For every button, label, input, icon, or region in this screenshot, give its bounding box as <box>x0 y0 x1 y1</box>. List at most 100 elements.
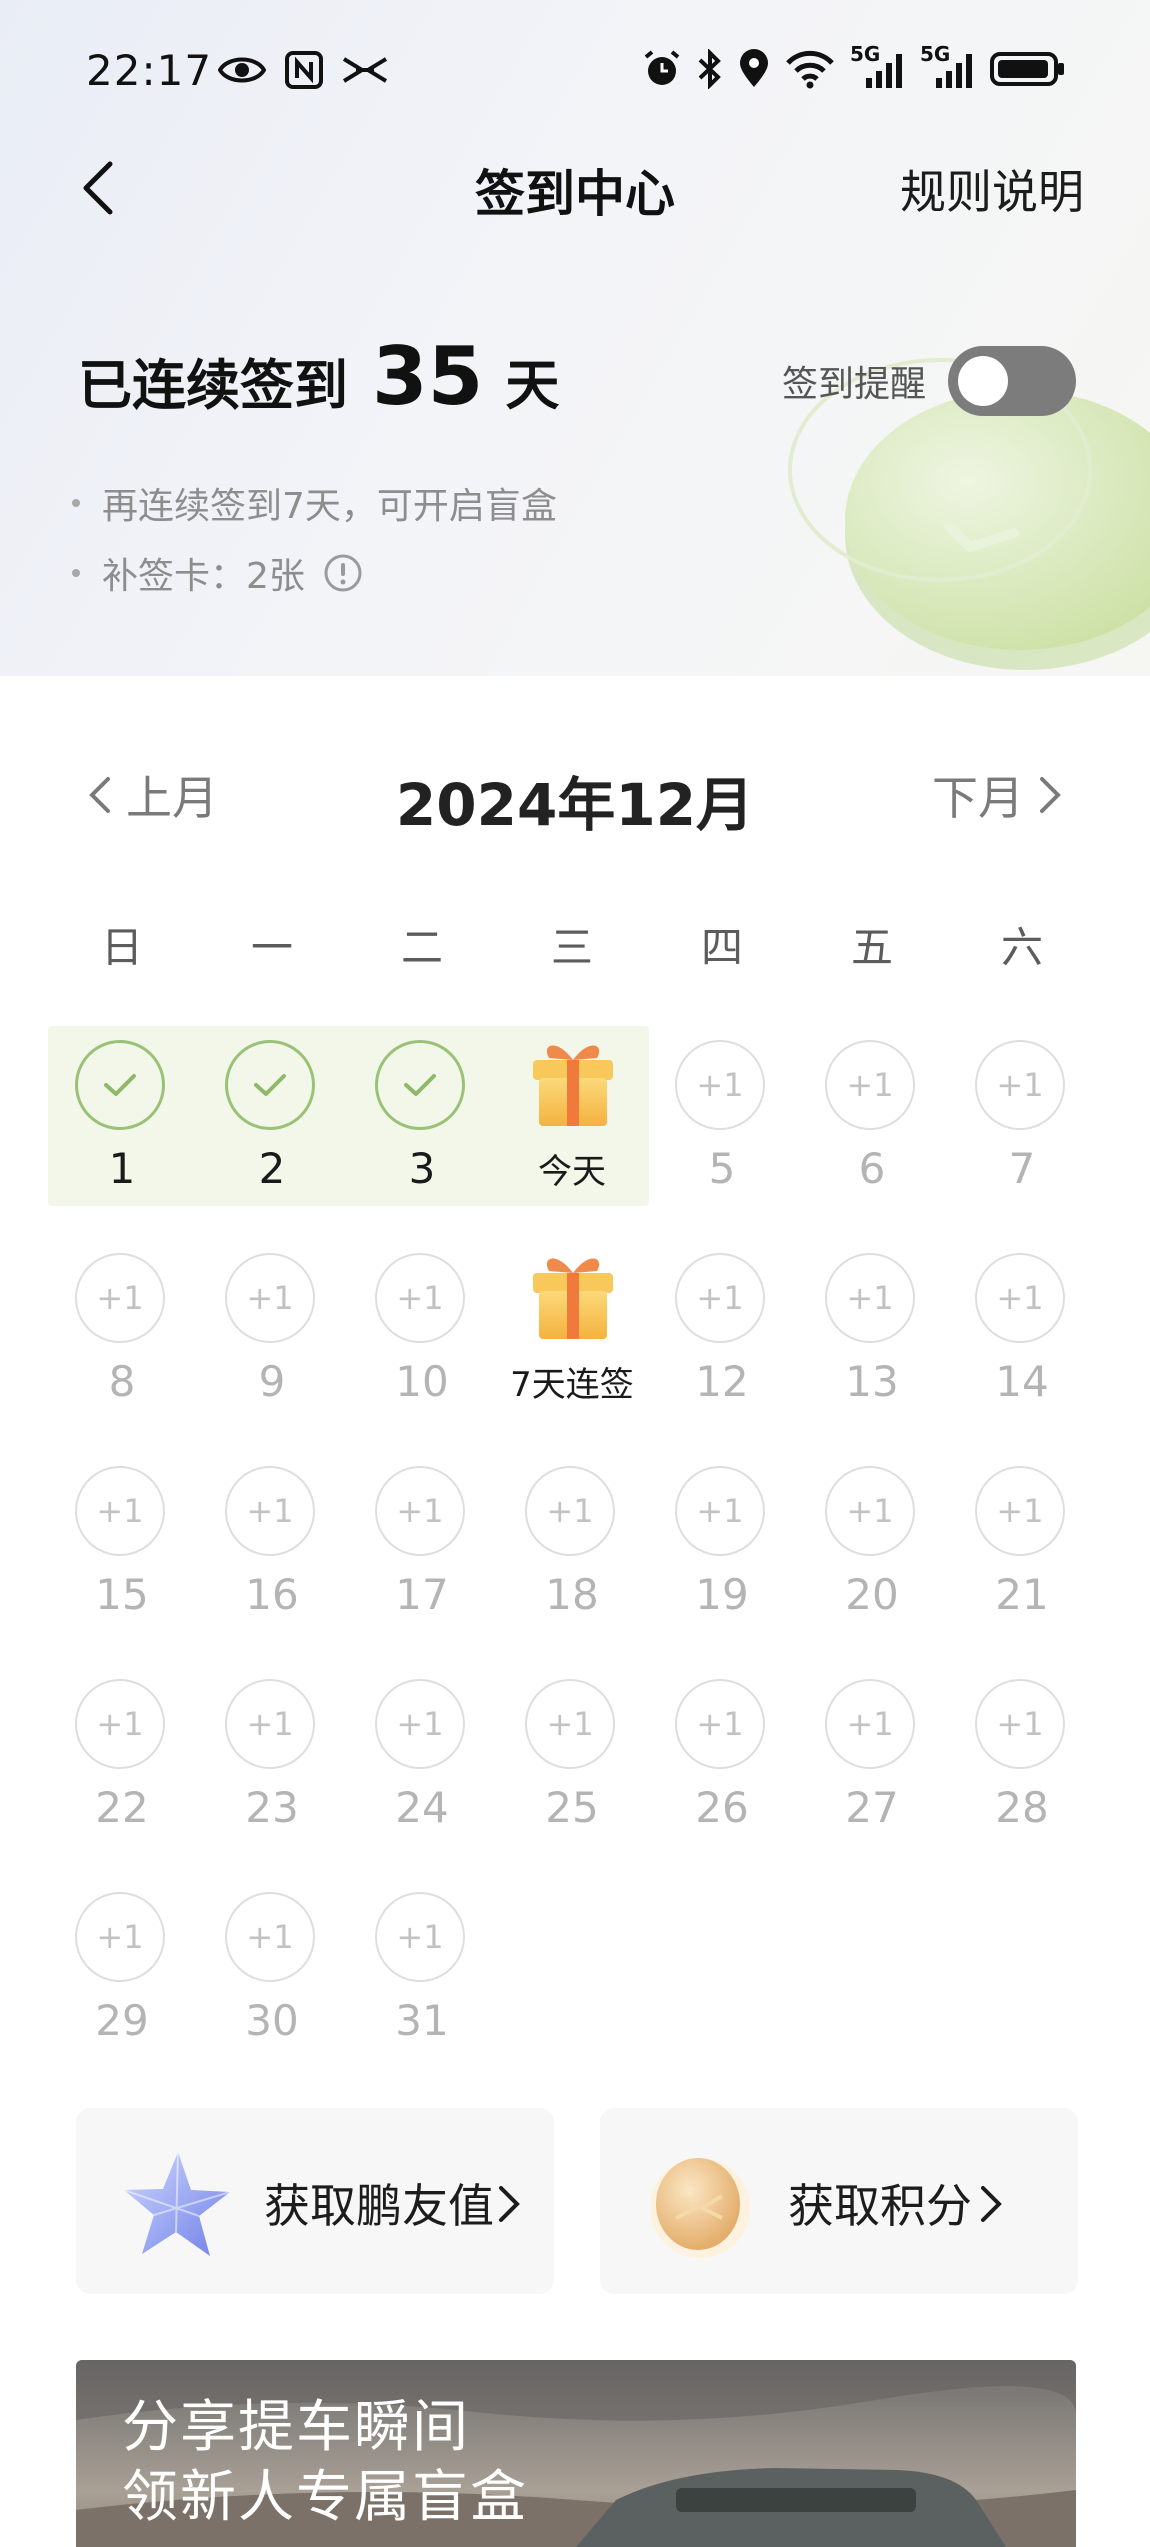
calendar-day[interactable]: +1 7 <box>947 1028 1097 1228</box>
calendar-day[interactable]: +1 16 <box>197 1454 347 1654</box>
location-icon <box>740 49 768 87</box>
chevron-right-icon <box>499 2186 520 2222</box>
reward-badge: +1 <box>825 1679 915 1769</box>
day-number: 25 <box>545 1783 599 1832</box>
status-time: 22:17 <box>86 46 213 95</box>
calendar-day[interactable]: +1 25 <box>497 1667 647 1867</box>
day-number: 13 <box>845 1357 899 1406</box>
calendar-day[interactable]: +1 22 <box>47 1667 197 1867</box>
day-number: 19 <box>695 1570 749 1619</box>
day-number: 3 <box>408 1144 436 1193</box>
day-number: 15 <box>95 1570 149 1619</box>
calendar-day[interactable]: +1 14 <box>947 1241 1097 1441</box>
day-number: 18 <box>545 1570 599 1619</box>
reward-badge: +1 <box>525 1679 615 1769</box>
streak-unit: 天 <box>505 354 560 417</box>
reward-badge: +1 <box>225 1679 315 1769</box>
calendar-day[interactable]: +1 24 <box>347 1667 497 1867</box>
calendar-day[interactable]: 3 <box>347 1028 497 1228</box>
chevron-right-icon <box>981 2186 1002 2222</box>
day-number: 1 <box>108 1144 136 1193</box>
xpeng-logo-icon <box>342 57 388 83</box>
gift-day-label: 今天 <box>538 1152 606 1192</box>
day-number: 2 <box>258 1144 286 1193</box>
check-icon <box>375 1040 465 1130</box>
weekday-label: 六 <box>1000 923 1043 972</box>
nfc-icon <box>285 51 323 89</box>
tip-item: 再连续签到7天，可开启盲盒 <box>72 468 557 538</box>
reward-badge: +1 <box>525 1466 615 1556</box>
calendar-day[interactable]: +1 28 <box>947 1667 1097 1867</box>
get-friend-points-card[interactable]: 获取鹏友值 <box>76 2108 554 2294</box>
day-number: 29 <box>95 1996 149 2045</box>
get-points-card[interactable]: 获取积分 <box>600 2108 1078 2294</box>
calendar-day[interactable]: +1 5 <box>647 1028 797 1228</box>
reward-badge: +1 <box>75 1253 165 1343</box>
calendar-day[interactable]: +1 18 <box>497 1454 647 1654</box>
bluetooth-icon <box>698 49 721 89</box>
calendar-day[interactable]: +1 27 <box>797 1667 947 1867</box>
day-number: 24 <box>395 1783 449 1832</box>
rules-link[interactable]: 规则说明 <box>900 156 1084 222</box>
calendar-day[interactable]: +1 12 <box>647 1241 797 1441</box>
calendar-day[interactable]: +1 26 <box>647 1667 797 1867</box>
calendar-day[interactable]: +1 8 <box>47 1241 197 1441</box>
calendar-day[interactable]: +1 20 <box>797 1454 947 1654</box>
gold-coin-icon <box>640 2146 760 2270</box>
calendar-day[interactable]: 1 <box>47 1028 197 1228</box>
streak-days-count: 35 <box>372 330 484 423</box>
reminder-toggle[interactable] <box>948 346 1076 416</box>
calendar-day[interactable]: +1 13 <box>797 1241 947 1441</box>
reward-badge: +1 <box>375 1892 465 1982</box>
checkin-reminder: 签到提醒 <box>782 346 1076 416</box>
signal-strength-icon: 5G <box>850 42 906 90</box>
reward-badge: +1 <box>825 1466 915 1556</box>
calendar-day[interactable]: +1 30 <box>197 1880 347 2080</box>
calendar-day[interactable]: +1 19 <box>647 1454 797 1654</box>
reward-badge: +1 <box>975 1253 1065 1343</box>
calendar-day[interactable]: +1 23 <box>197 1667 347 1867</box>
calendar-day[interactable]: +1 31 <box>347 1880 497 2080</box>
streak-summary: 已连续签到 35 天 <box>78 330 559 423</box>
day-number: 20 <box>845 1570 899 1619</box>
weekday-label: 四 <box>700 923 743 972</box>
tip-text: 再连续签到7天，可开启盲盒 <box>102 486 557 527</box>
info-icon[interactable] <box>323 553 363 593</box>
day-number: 9 <box>258 1357 286 1406</box>
promo-banner[interactable]: 分享提车瞬间 领新人专属盲盒 <box>76 2360 1076 2547</box>
calendar-day[interactable]: 2 <box>197 1028 347 1228</box>
weekday-label: 二 <box>400 923 443 972</box>
reward-badge: +1 <box>825 1040 915 1130</box>
reward-badge: +1 <box>675 1040 765 1130</box>
calendar-day[interactable]: +1 15 <box>47 1454 197 1654</box>
day-number: 14 <box>995 1357 1049 1406</box>
chevron-right-icon <box>1040 777 1061 813</box>
weekday-label: 日 <box>100 923 143 972</box>
reward-badge: +1 <box>75 1679 165 1769</box>
calendar-day[interactable]: +1 10 <box>347 1241 497 1441</box>
reward-badge: +1 <box>675 1679 765 1769</box>
streak-prefix: 已连续签到 <box>78 354 348 417</box>
calendar-day[interactable]: +1 17 <box>347 1454 497 1654</box>
gift-day-label: 7天连签 <box>510 1365 634 1405</box>
reminder-label: 签到提醒 <box>781 364 926 405</box>
reward-badge: +1 <box>75 1892 165 1982</box>
calendar-day[interactable]: 今天 <box>497 1028 647 1228</box>
calendar-day[interactable]: +1 6 <box>797 1028 947 1228</box>
navigation-bar: 签到中心 规则说明 <box>0 140 1150 236</box>
day-number: 10 <box>395 1357 449 1406</box>
calendar-day[interactable]: +1 9 <box>197 1241 347 1441</box>
day-number: 31 <box>395 1996 449 2045</box>
toggle-knob <box>958 356 1008 406</box>
reward-badge: +1 <box>975 1040 1065 1130</box>
calendar-day[interactable]: +1 21 <box>947 1454 1097 1654</box>
day-number: 12 <box>695 1357 749 1406</box>
day-number: 21 <box>995 1570 1049 1619</box>
calendar-day[interactable]: +1 29 <box>47 1880 197 2080</box>
check-icon <box>75 1040 165 1130</box>
bullet-dot <box>72 499 80 507</box>
reward-badge: +1 <box>225 1466 315 1556</box>
next-month-button[interactable]: 下月 <box>932 762 1066 828</box>
calendar-day[interactable]: 7天连签 <box>497 1241 647 1441</box>
day-number: 8 <box>108 1357 136 1406</box>
